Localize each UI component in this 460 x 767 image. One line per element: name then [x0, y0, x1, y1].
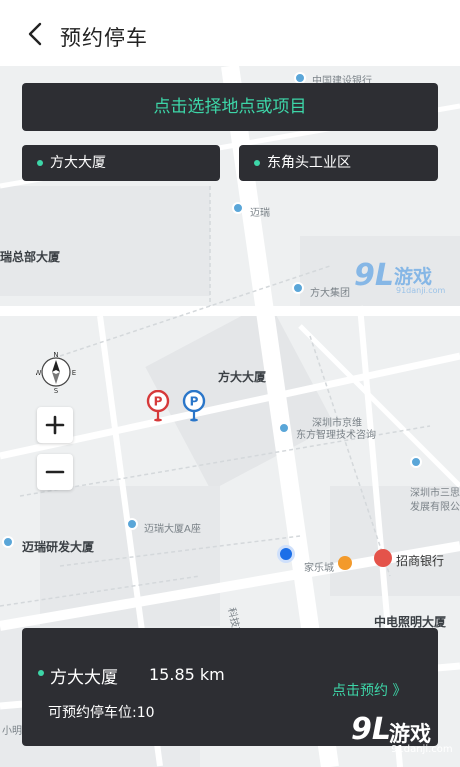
zoom-out-button[interactable] [37, 454, 73, 490]
poi-icon [126, 518, 138, 530]
watermark-logo: 9L 游戏 91danji.com [350, 258, 460, 302]
reserve-button[interactable]: 点击预约 》 [332, 680, 406, 700]
header-bar: 预约停车 [0, 0, 460, 66]
parking-name: 方大大厦 [50, 668, 118, 688]
compass-e: E [72, 369, 76, 377]
parking-distance: 15.85 km [149, 665, 225, 684]
map-label-dongfang-tech: 东方智理技术咨询 [296, 430, 376, 441]
food-poi-icon [338, 556, 352, 570]
minus-icon [45, 470, 65, 474]
zoom-in-button[interactable] [37, 407, 73, 443]
chip-dot [254, 160, 260, 166]
page-title: 预约停车 [60, 26, 148, 50]
poi-icon [278, 422, 290, 434]
chevron-left-icon [28, 22, 42, 46]
watermark-url: 91danji.com [391, 744, 453, 755]
poi-icon [2, 536, 14, 548]
parking-pin-blue-icon[interactable]: P [182, 389, 206, 422]
map-label-fazhan: 发展有限公司 [410, 502, 460, 513]
select-location-button[interactable]: 点击选择地点或项目 [22, 83, 438, 131]
poi-icon [292, 282, 304, 294]
watermark-logo-mark: 9L [351, 712, 391, 747]
map-label-mairui-yanfa: 迈瑞研发大厦 [22, 540, 95, 554]
map-label-fangda-building: 方大大厦 [218, 370, 267, 384]
chip-label: 东角头工业区 [267, 155, 351, 171]
svg-text:P: P [190, 395, 199, 409]
compass-s: S [54, 387, 59, 394]
map-label-shenzhen-sansi: 深圳市三思 [410, 488, 460, 499]
chip-dot [37, 160, 43, 166]
compass-icon: N S W E [35, 350, 77, 395]
location-chip-dongjiaotou[interactable]: 东角头工业区 [239, 145, 438, 181]
watermark-logo-mark: 9L [354, 258, 394, 293]
parking-pin-red-icon[interactable]: P [146, 389, 170, 422]
back-button[interactable] [22, 20, 50, 48]
map-label-fangda-group: 方大集团 [310, 288, 350, 299]
chip-label: 方大大厦 [50, 155, 106, 171]
bank-poi-icon [374, 549, 392, 567]
watermark-logo: 9L 游戏 91danji.com [345, 712, 457, 762]
watermark-text: 游戏 [394, 266, 433, 288]
plus-icon [45, 415, 65, 435]
map-label-jialecheng: 家乐城 [304, 563, 334, 574]
poi-icon [232, 202, 244, 214]
card-dot [38, 670, 44, 676]
watermark-url: 91danji.com [396, 286, 446, 295]
compass-w: W [36, 369, 42, 377]
compass-n: N [53, 351, 58, 359]
map-label-mairui-a: 迈瑞大厦A座 [144, 524, 201, 535]
map-label-ruizongbu: 瑞总部大厦 [0, 250, 61, 264]
map-label-zhaoshang: 招商银行 [396, 554, 445, 568]
map-label-mairui: 迈瑞 [250, 208, 270, 219]
poi-icon [410, 456, 422, 468]
current-location-icon [277, 545, 295, 563]
available-spots: 可预约停车位:10 [48, 705, 155, 721]
map-label-xiaoming: 小明 [2, 726, 22, 737]
svg-text:P: P [154, 395, 163, 409]
location-chip-fangda[interactable]: 方大大厦 [22, 145, 220, 181]
